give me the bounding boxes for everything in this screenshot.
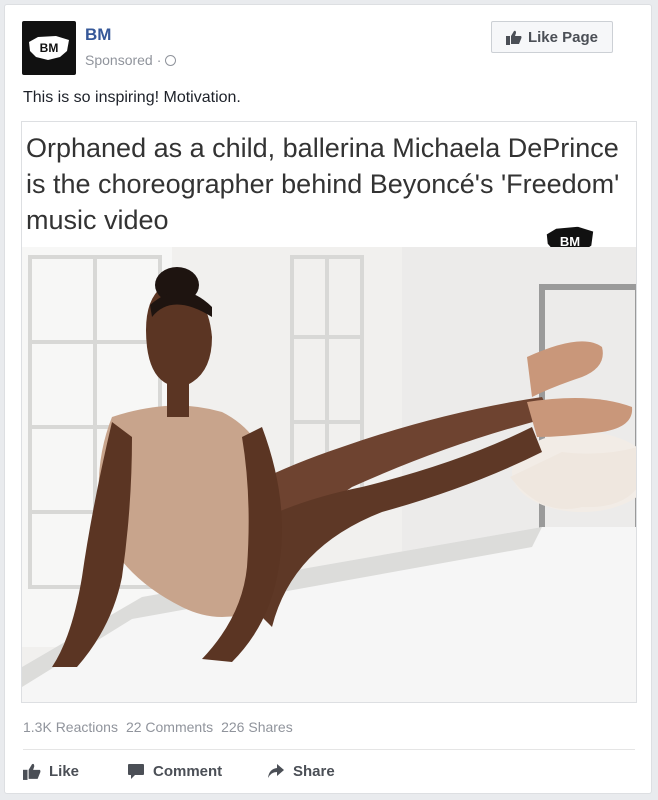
comment-button[interactable]: Comment (127, 759, 267, 783)
bm-logo-icon: BM (29, 36, 69, 60)
engagement-stats: 1.3K Reactions 22 Comments 226 Shares (23, 719, 293, 735)
share-arrow-icon (268, 764, 284, 778)
sponsored-label[interactable]: Sponsored (85, 52, 153, 68)
ballerina-photo (22, 247, 636, 702)
globe-icon (165, 54, 177, 66)
like-button[interactable]: Like (23, 759, 127, 783)
like-page-label: Like Page (527, 28, 599, 46)
post-caption: This is so inspiring! Motivation. (23, 89, 241, 106)
thumbs-up-icon (505, 30, 522, 45)
page-name-link[interactable]: BM (85, 25, 111, 45)
share-button[interactable]: Share (267, 759, 335, 783)
sponsored-post-card: BM BM Sponsored · Like Page This is so i… (4, 4, 652, 794)
shares-count[interactable]: 226 Shares (221, 719, 293, 735)
comment-label: Comment (153, 762, 223, 780)
meta-separator: · (156, 52, 162, 68)
post-meta: Sponsored · (85, 52, 177, 68)
post-actions-bar: Like Comment Share (23, 759, 335, 783)
reactions-count[interactable]: 1.3K Reactions (23, 719, 118, 735)
avatar-text: BM (40, 41, 59, 55)
share-label: Share (293, 762, 335, 780)
comment-icon (128, 763, 144, 779)
like-page-button[interactable]: Like Page (491, 21, 613, 53)
page-avatar[interactable]: BM (22, 21, 76, 75)
comments-count[interactable]: 22 Comments (126, 719, 213, 735)
shared-image[interactable]: Orphaned as a child, ballerina Michaela … (21, 121, 637, 703)
thumbs-up-icon (23, 763, 41, 780)
like-label: Like (49, 762, 80, 780)
actions-divider (23, 749, 635, 750)
